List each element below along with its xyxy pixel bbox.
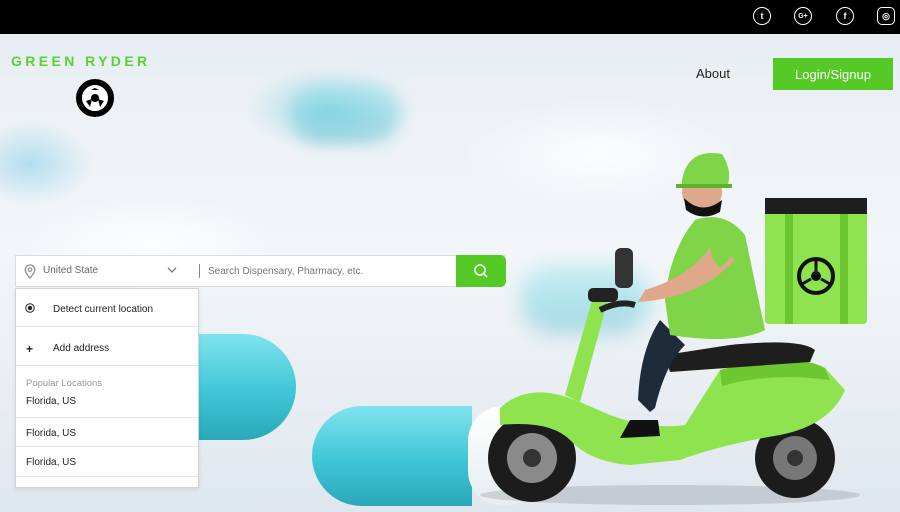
location-dropdown: Detect current location + Add address Po… xyxy=(15,288,199,488)
search-input[interactable] xyxy=(208,256,454,286)
chevron-down-icon xyxy=(167,267,177,273)
facebook-glyph: f xyxy=(843,11,847,21)
add-address-label: Add address xyxy=(53,343,110,354)
google-plus-icon[interactable]: G+ xyxy=(794,7,812,25)
location-list-item[interactable]: Florida, US xyxy=(16,447,198,477)
add-address-option[interactable]: + Add address xyxy=(16,327,198,366)
instagram-icon[interactable]: ◎ xyxy=(877,7,895,25)
location-list-item-label: Florida, US xyxy=(26,457,77,468)
facebook-icon[interactable]: f xyxy=(836,7,854,25)
capsule-pill-image xyxy=(312,406,472,506)
login-signup-button[interactable]: Login/Signup xyxy=(773,58,893,90)
capsule-pill-image xyxy=(198,334,296,440)
search-bar: United State xyxy=(15,255,506,287)
location-list-item-label: Florida, US xyxy=(26,428,77,439)
detect-location-option[interactable]: Detect current location xyxy=(16,289,198,327)
blurred-pill-image xyxy=(290,84,400,144)
detect-location-label: Detect current location xyxy=(53,304,154,315)
location-list-item[interactable]: Florida, US xyxy=(16,418,198,447)
location-list-item-label: Florida, US xyxy=(26,396,77,407)
google-plus-glyph: G+ xyxy=(798,12,808,20)
plus-icon: + xyxy=(26,342,34,356)
location-select-value: United State xyxy=(43,265,99,276)
delivery-rider-scooter-image xyxy=(480,153,867,505)
location-list-item[interactable]: Florida, US xyxy=(16,366,198,418)
location-pin-icon xyxy=(24,264,36,279)
top-bar: t G+ f ◎ xyxy=(0,0,900,34)
instagram-glyph: ◎ xyxy=(882,10,890,21)
search-divider xyxy=(199,264,200,278)
radio-target-icon xyxy=(25,303,35,313)
location-select[interactable]: United State xyxy=(16,256,196,286)
twitter-glyph: t xyxy=(760,11,764,21)
nav-about-link[interactable]: About xyxy=(696,66,730,81)
brand-logo-text[interactable]: GREEN RYDER xyxy=(11,53,151,69)
twitter-icon[interactable]: t xyxy=(753,7,771,25)
steering-wheel-logo-icon[interactable] xyxy=(76,79,114,117)
